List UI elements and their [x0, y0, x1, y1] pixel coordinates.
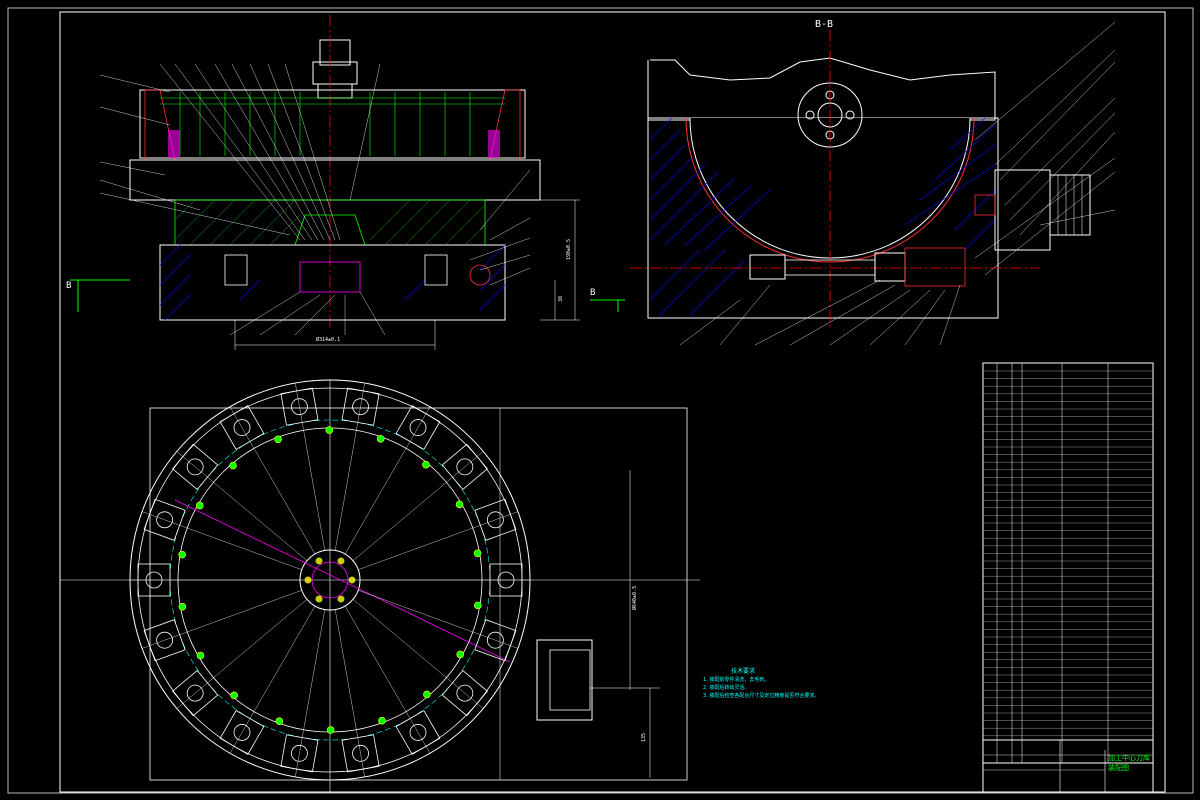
pocket-roller [378, 716, 386, 725]
pocket-roller [178, 602, 187, 611]
hub-bolt-hole [337, 595, 345, 603]
pocket-roller [196, 651, 205, 660]
plan-spoke-line [295, 609, 325, 777]
dimension-bottom-diameter: Ø314±0.1 [316, 337, 341, 343]
pocket-roller [456, 650, 465, 659]
hub-bolt-hole [348, 576, 356, 584]
plan-view [60, 379, 700, 792]
pocket-roller [230, 691, 238, 700]
pocket-roller [325, 426, 334, 434]
pocket-roller [376, 435, 385, 443]
pocket-roller [275, 717, 284, 725]
pocket-roller [229, 461, 237, 470]
technical-requirements-title: 技术要求 [731, 668, 756, 675]
dimension-height: 190±0.5 [566, 238, 572, 260]
parts-list-table [982, 362, 1154, 793]
drawing-title: 加工中心刀库装配图 [1108, 754, 1150, 772]
cad-drawing-canvas [7, 7, 1194, 794]
technical-requirement-item: 3. 装配后检查各配合尺寸及定位精度是否符合要求。 [703, 693, 820, 699]
hub-bolt-hole [315, 557, 323, 565]
dimension-plan-diameter: Ø640±0.5 [632, 585, 638, 610]
pocket-roller [422, 460, 430, 469]
plan-spoke-line [335, 609, 365, 777]
cut-mark-left: B [66, 281, 72, 291]
hub-bolt-hole [304, 576, 312, 584]
front-section-view [70, 15, 625, 350]
plan-spoke-line [358, 590, 519, 649]
cut-mark-right: B [590, 288, 596, 298]
pocket-roller [326, 726, 335, 734]
plan-spoke-line [141, 590, 302, 649]
pocket-roller [195, 501, 204, 510]
plan-spoke-line [141, 511, 302, 570]
plan-spoke-line [358, 511, 519, 570]
pocket-roller [474, 601, 482, 610]
pocket-roller [423, 690, 431, 699]
pocket-roller [178, 550, 186, 559]
technical-requirement-item: 1. 装配前零件清洗，去毛刺。 [703, 677, 770, 683]
dimension-plan-offset: 135 [641, 732, 647, 742]
section-view-title: B-B [815, 19, 834, 30]
sheet-outer-border [7, 7, 1194, 794]
pocket-roller [455, 500, 464, 509]
dimension-small-height: 38 [558, 295, 564, 302]
bb-section-view [630, 21, 1116, 346]
pocket-roller [274, 435, 282, 444]
pocket-roller [473, 549, 482, 558]
hub-bolt-hole [315, 595, 323, 603]
technical-requirements: 技术要求 1. 装配前零件清洗，去毛刺。 2. 装配后转动灵活。 3. 装配后检… [703, 668, 819, 700]
hub-bolt-hole [337, 557, 345, 565]
technical-requirement-item: 2. 装配后转动灵活。 [703, 685, 750, 691]
